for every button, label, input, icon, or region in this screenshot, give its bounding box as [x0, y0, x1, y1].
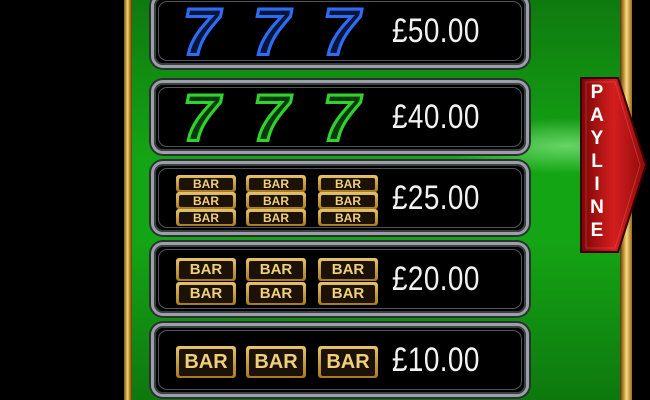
- left-gold-frame: [124, 0, 132, 400]
- svg-text:7: 7: [253, 1, 293, 63]
- prize-amount: £25.00: [392, 178, 480, 217]
- prize-amount: £10.00: [392, 340, 480, 379]
- single-bar-icon: BAR BAR BAR: [170, 326, 380, 394]
- paytable-row-triple-bar: BAR BAR BAR BAR BAR BAR BAR BAR BAR £25.…: [151, 161, 529, 235]
- svg-text:7: 7: [323, 1, 363, 63]
- svg-text:7: 7: [183, 87, 223, 149]
- payline-marker: PAYLINE: [580, 77, 648, 253]
- green-seven-icon: 7 7 7: [170, 83, 380, 151]
- paytable-row-single-bar: BAR BAR BAR £10.00: [151, 323, 529, 397]
- prize-amount: £50.00: [392, 11, 480, 50]
- svg-text:7: 7: [253, 87, 293, 149]
- paytable-row-green-sevens: 7 7 7 £40.00: [151, 80, 529, 154]
- prize-amount: £40.00: [392, 97, 480, 136]
- paytable-row-blue-sevens: 7 7 7 £50.00: [151, 0, 529, 68]
- triple-bar-icon: BAR BAR BAR BAR BAR BAR BAR BAR BAR: [170, 164, 380, 232]
- payline-label: PAYLINE: [590, 82, 604, 241]
- paytable-row-double-bar: BAR BAR BAR BAR BAR BAR £20.00: [151, 242, 529, 316]
- double-bar-icon: BAR BAR BAR BAR BAR BAR: [170, 245, 380, 313]
- svg-text:7: 7: [323, 87, 363, 149]
- blue-seven-icon: 7 7 7: [170, 0, 380, 65]
- svg-text:7: 7: [183, 1, 223, 63]
- left-black-margin: [0, 0, 126, 400]
- prize-amount: £20.00: [392, 259, 480, 298]
